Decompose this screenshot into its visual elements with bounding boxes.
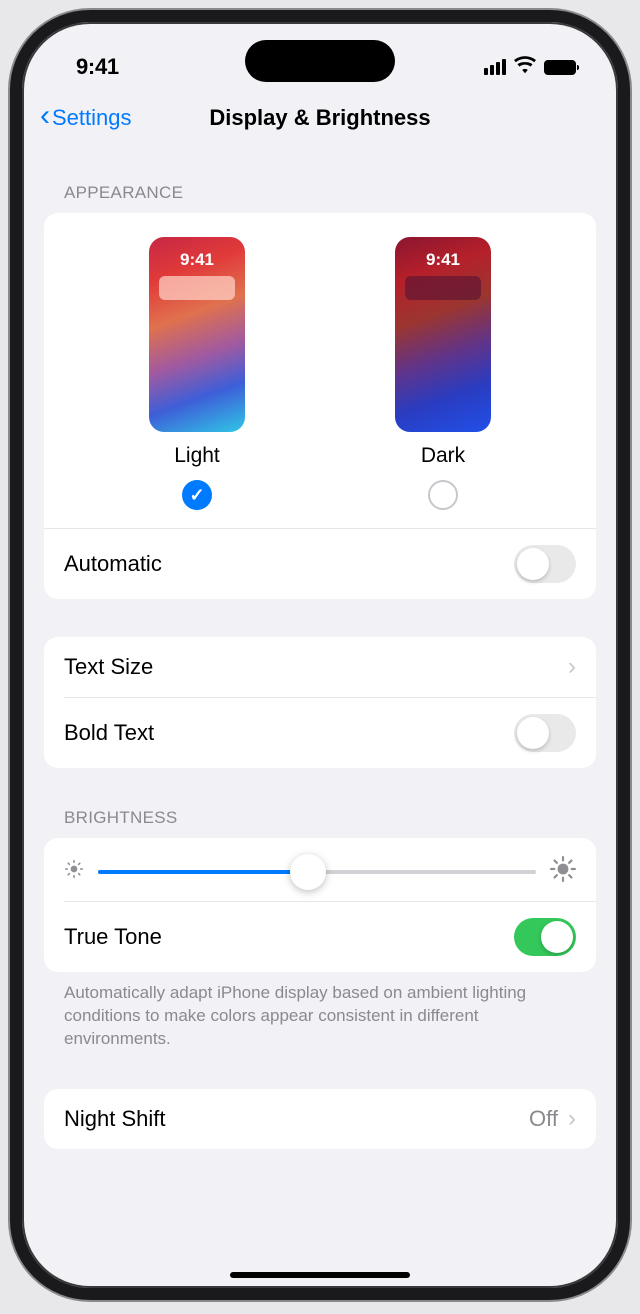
light-label: Light xyxy=(174,444,220,468)
home-indicator[interactable] xyxy=(230,1272,410,1278)
chevron-right-icon: › xyxy=(568,1105,576,1133)
night-shift-value: Off xyxy=(529,1106,558,1132)
cellular-signal-icon xyxy=(484,59,506,75)
appearance-header: Appearance xyxy=(44,143,596,213)
automatic-row: Automatic xyxy=(44,529,596,599)
navigation-bar: ‹ Settings Display & Brightness xyxy=(22,90,618,143)
bold-text-row: Bold Text xyxy=(44,698,596,768)
sun-large-icon xyxy=(550,856,576,887)
true-tone-label: True Tone xyxy=(64,924,162,950)
brightness-card: True Tone xyxy=(44,838,596,972)
brightness-slider-row xyxy=(44,838,596,901)
night-shift-label: Night Shift xyxy=(64,1106,166,1132)
back-button[interactable]: ‹ Settings xyxy=(40,104,132,131)
slider-thumb[interactable] xyxy=(290,854,326,890)
chevron-right-icon: › xyxy=(568,653,576,681)
dark-radio[interactable] xyxy=(428,480,458,510)
content-scroll[interactable]: Appearance 9:41 Light 9:41 xyxy=(22,143,618,1259)
page-title: Display & Brightness xyxy=(209,105,430,131)
dark-preview: 9:41 xyxy=(395,237,491,432)
back-label: Settings xyxy=(52,105,132,131)
dark-label: Dark xyxy=(421,444,465,468)
night-shift-row[interactable]: Night Shift Off › xyxy=(44,1089,596,1149)
text-card: Text Size › Bold Text xyxy=(44,637,596,768)
light-preview: 9:41 xyxy=(149,237,245,432)
status-icons xyxy=(484,56,576,79)
brightness-slider[interactable] xyxy=(98,870,536,874)
brightness-header: Brightness xyxy=(44,768,596,838)
appearance-option-light[interactable]: 9:41 Light xyxy=(149,237,245,510)
light-radio[interactable] xyxy=(182,480,212,510)
bold-text-label: Bold Text xyxy=(64,720,154,746)
battery-icon xyxy=(544,60,576,75)
text-size-label: Text Size xyxy=(64,654,153,680)
dynamic-island xyxy=(245,40,395,82)
text-size-row[interactable]: Text Size › xyxy=(44,637,596,697)
true-tone-row: True Tone xyxy=(44,902,596,972)
automatic-label: Automatic xyxy=(64,551,162,577)
status-time: 9:41 xyxy=(76,54,119,80)
bold-text-toggle[interactable] xyxy=(514,714,576,752)
chevron-left-icon: ‹ xyxy=(40,101,50,131)
appearance-option-dark[interactable]: 9:41 Dark xyxy=(395,237,491,510)
sun-small-icon xyxy=(64,859,84,884)
appearance-card: 9:41 Light 9:41 Dark xyxy=(44,213,596,599)
iphone-frame: 9:41 ‹ Settings Display & Brightness App… xyxy=(10,10,630,1300)
automatic-toggle[interactable] xyxy=(514,545,576,583)
true-tone-toggle[interactable] xyxy=(514,918,576,956)
true-tone-footer: Automatically adapt iPhone display based… xyxy=(44,972,596,1051)
night-shift-card: Night Shift Off › xyxy=(44,1089,596,1149)
wifi-icon xyxy=(514,56,536,79)
